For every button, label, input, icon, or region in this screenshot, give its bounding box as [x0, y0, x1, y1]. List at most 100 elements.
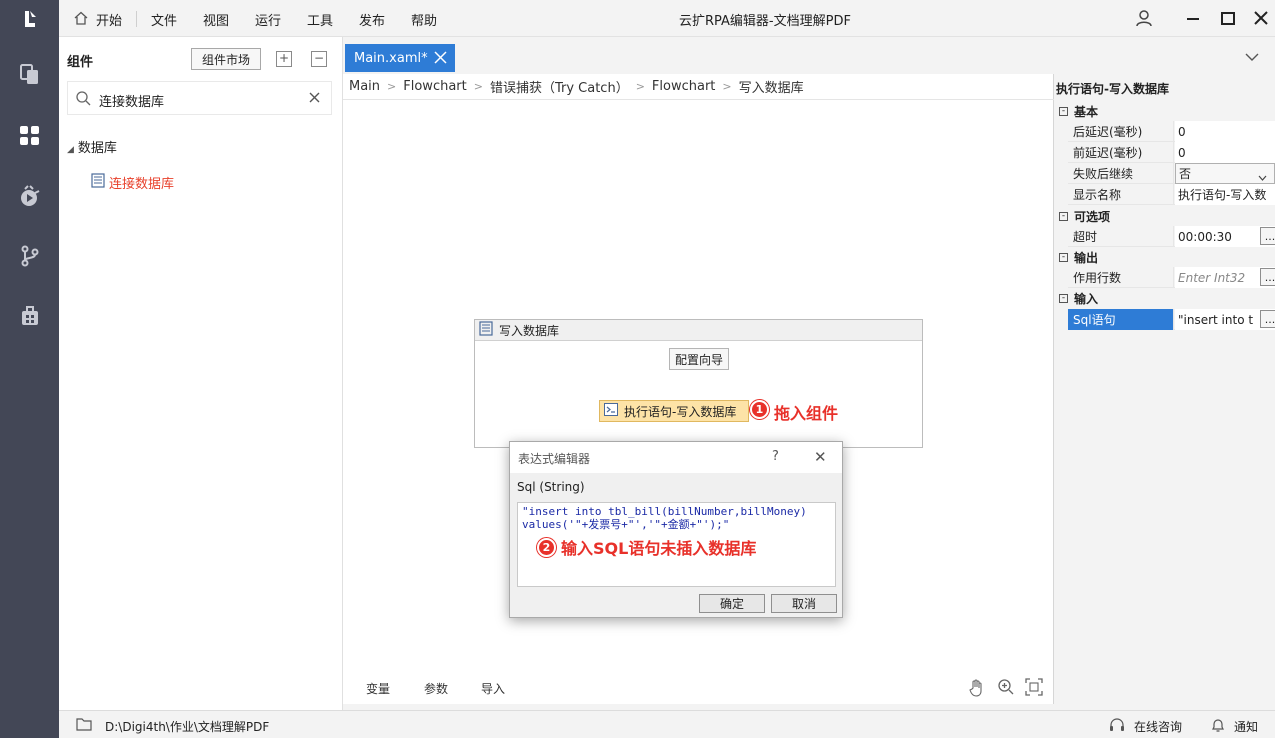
ellipsis-button[interactable]: ... — [1260, 227, 1275, 245]
execute-statement-node[interactable]: 执行语句-写入数据库 — [599, 400, 749, 422]
menu-tools[interactable]: 工具 — [307, 10, 333, 29]
menu-publish[interactable]: 发布 — [359, 10, 385, 29]
section-optional[interactable]: - 可选项 — [1054, 206, 1275, 226]
menu-file[interactable]: 文件 — [151, 10, 177, 29]
annotation-text: 拖入组件 — [774, 404, 839, 423]
continue-on-error-select[interactable]: 否 — [1175, 163, 1275, 184]
expand-all-button[interactable]: + — [276, 51, 292, 67]
property-row[interactable]: 超时 00:00:30... — [1068, 226, 1275, 247]
menu-view[interactable]: 视图 — [203, 10, 229, 29]
bell-icon — [1211, 717, 1225, 736]
tree-collapse-icon[interactable]: ◢ — [67, 145, 74, 155]
breadcrumb-item[interactable]: 写入数据库 — [739, 77, 804, 96]
ok-button[interactable]: 确定 — [699, 594, 765, 613]
pan-hand-icon[interactable] — [967, 678, 987, 701]
search-input[interactable]: 连接数据库 — [99, 91, 164, 110]
arguments-tab[interactable]: 参数 — [424, 680, 448, 697]
user-icon[interactable] — [1134, 8, 1156, 28]
components-panel: 组件 组件市场 + − 连接数据库 ◢ 数据库 连接数据库 — [59, 37, 343, 710]
git-branch-icon[interactable] — [0, 236, 59, 276]
tabs-dropdown-icon[interactable] — [1245, 51, 1259, 65]
section-label: 输出 — [1074, 250, 1099, 265]
variables-tab[interactable]: 变量 — [366, 680, 390, 697]
app-logo-icon — [0, 0, 59, 37]
activity-bar — [0, 0, 59, 738]
home-icon — [74, 11, 88, 28]
notifications-link[interactable]: 通知 — [1234, 718, 1258, 735]
write-database-activity[interactable]: 写入数据库 配置向导 执行语句-写入数据库 — [474, 319, 923, 448]
maximize-icon[interactable] — [1218, 8, 1240, 28]
tree-category-database[interactable]: ◢ 数据库 — [67, 137, 117, 156]
property-value[interactable]: 0 — [1175, 121, 1275, 142]
component-market-button[interactable]: 组件市场 — [191, 48, 261, 70]
help-button[interactable]: ? — [772, 449, 779, 464]
clear-search-icon[interactable] — [308, 91, 321, 107]
project-path: D:\Digi4th\作业\文档理解PDF — [105, 720, 270, 734]
tab-main-xaml[interactable]: Main.xaml* — [345, 44, 455, 72]
collapse-all-button[interactable]: − — [311, 51, 327, 67]
section-basic[interactable]: - 基本 — [1054, 101, 1275, 121]
canvas-bottom-bar: 变量 参数 导入 — [343, 674, 1054, 704]
close-window-icon[interactable] — [1251, 8, 1273, 28]
ellipsis-button[interactable]: ... — [1260, 310, 1275, 328]
chevron-down-icon — [1258, 170, 1267, 183]
debug-run-icon[interactable] — [0, 176, 59, 216]
property-value[interactable]: 0 — [1175, 142, 1275, 163]
dialog-titlebar[interactable]: 表达式编辑器 ? ✕ — [510, 442, 842, 473]
cancel-button[interactable]: 取消 — [771, 594, 837, 613]
copy-files-icon[interactable] — [0, 54, 59, 94]
property-row[interactable]: 显示名称 执行语句-写入数 — [1068, 184, 1275, 205]
imports-tab[interactable]: 导入 — [481, 680, 505, 697]
fit-screen-icon[interactable] — [1025, 678, 1043, 699]
property-name: 失败后继续 — [1068, 163, 1174, 184]
section-output[interactable]: - 输出 — [1054, 247, 1275, 267]
menu-run[interactable]: 运行 — [255, 10, 281, 29]
property-row[interactable]: Sql语句 "insert into t... — [1068, 309, 1275, 330]
config-wizard-button[interactable]: 配置向导 — [669, 348, 729, 370]
status-bar: D:\Digi4th\作业\文档理解PDF 在线咨询 通知 — [59, 710, 1275, 738]
toolbox-icon[interactable] — [0, 296, 59, 336]
property-row[interactable]: 作用行数 Enter Int32... — [1068, 267, 1275, 288]
breadcrumb-item[interactable]: 错误捕获（Try Catch） — [490, 77, 629, 96]
properties-panel: 执行语句-写入数据库 - 基本 后延迟(毫秒) 0 前延迟(毫秒) 0 失败后继续否 … — [1054, 74, 1275, 704]
terminal-icon — [604, 403, 618, 419]
property-row[interactable]: 前延迟(毫秒) 0 — [1068, 142, 1275, 163]
collapse-box-icon[interactable]: - — [1059, 252, 1068, 262]
online-consult-link[interactable]: 在线咨询 — [1134, 718, 1182, 735]
breadcrumb-item[interactable]: Main — [349, 79, 380, 94]
menu-help[interactable]: 帮助 — [411, 10, 437, 29]
minimize-icon[interactable] — [1183, 8, 1205, 28]
property-row[interactable]: 后延迟(毫秒) 0 — [1068, 121, 1275, 142]
breadcrumb-item[interactable]: Flowchart — [652, 79, 715, 94]
menu-start[interactable]: 开始 — [96, 10, 122, 29]
search-icon — [76, 91, 91, 109]
breadcrumb-separator: > — [722, 80, 732, 93]
collapse-box-icon[interactable]: - — [1059, 106, 1068, 116]
collapse-box-icon[interactable]: - — [1059, 211, 1068, 221]
property-value[interactable]: 执行语句-写入数 — [1175, 184, 1275, 205]
component-search[interactable]: 连接数据库 — [67, 81, 332, 115]
dialog-close-button[interactable]: ✕ — [814, 448, 827, 466]
section-label: 可选项 — [1074, 209, 1111, 224]
tree-item-connect-db[interactable]: 连接数据库 — [91, 173, 174, 192]
components-grid-icon[interactable] — [0, 116, 59, 156]
property-name: 后延迟(毫秒) — [1068, 121, 1174, 142]
annotation-badge: 2 — [537, 538, 556, 557]
ellipsis-button[interactable]: ... — [1260, 268, 1275, 286]
tree-category-label: 数据库 — [77, 141, 117, 156]
zoom-in-icon[interactable] — [997, 678, 1015, 699]
property-row[interactable]: 失败后继续否 — [1068, 163, 1275, 184]
activity-header[interactable]: 写入数据库 — [475, 320, 922, 341]
close-tab-icon[interactable] — [434, 51, 447, 68]
tree-item-label: 连接数据库 — [109, 177, 175, 192]
breadcrumb-separator: > — [387, 80, 397, 93]
collapse-box-icon[interactable]: - — [1059, 293, 1068, 303]
annotation-badge: 1 — [750, 400, 769, 419]
section-input[interactable]: - 输入 — [1054, 288, 1275, 308]
property-name-selected: Sql语句 — [1068, 309, 1174, 330]
activity-title: 写入数据库 — [499, 323, 560, 338]
breadcrumb-item[interactable]: Flowchart — [403, 79, 466, 94]
exec-node-label: 执行语句-写入数据库 — [624, 404, 737, 419]
expression-editor-dialog: 表达式编辑器 ? ✕ Sql (String) "insert into tbl… — [509, 441, 843, 618]
breadcrumb-separator: > — [473, 80, 483, 93]
